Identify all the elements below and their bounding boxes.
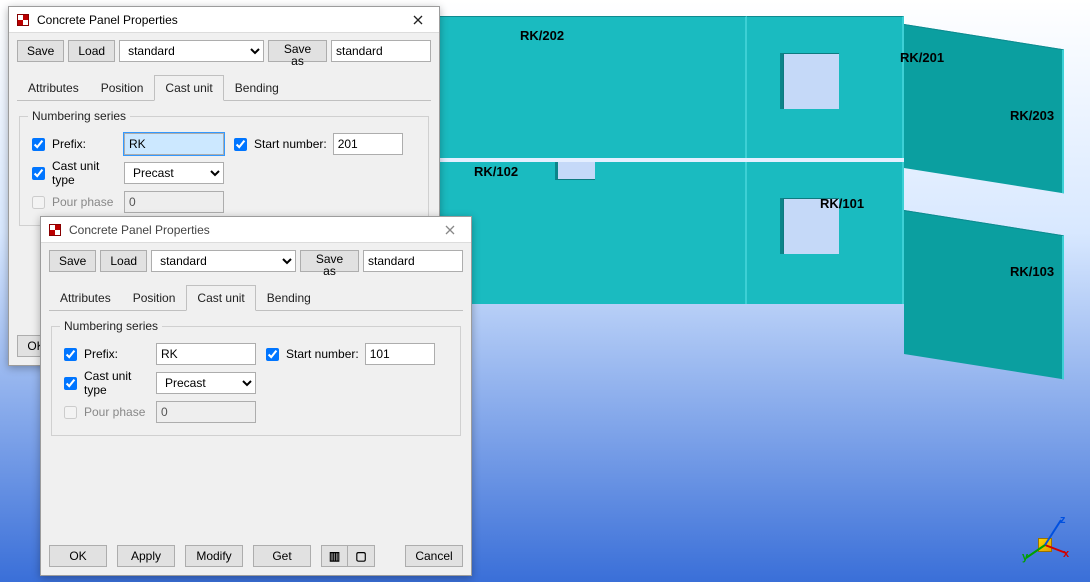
tab-bending[interactable]: Bending: [224, 75, 290, 101]
tab-position[interactable]: Position: [90, 75, 155, 101]
start-number-checkbox[interactable]: Start number:: [262, 345, 359, 364]
load-button[interactable]: Load: [100, 250, 147, 272]
panel-label: RK/201: [900, 50, 944, 65]
pour-phase-input: [156, 401, 256, 423]
app-icon: [15, 12, 31, 28]
preset-toolbar: Save Load standard Save as: [49, 250, 463, 272]
panel-label: RK/102: [474, 164, 518, 179]
save-as-button[interactable]: Save as: [300, 250, 359, 272]
panel-label: RK/203: [1010, 108, 1054, 123]
close-button[interactable]: [433, 220, 467, 240]
save-button[interactable]: Save: [17, 40, 64, 62]
axis-gizmo: x y z: [1016, 508, 1076, 568]
group-legend: Numbering series: [60, 319, 162, 333]
dialog-concrete-panel-2[interactable]: Concrete Panel Properties Save Load stan…: [40, 216, 472, 576]
pour-phase-input: [124, 191, 224, 213]
pour-phase-checkbox: Pour phase: [28, 193, 118, 212]
save-as-name-input[interactable]: [331, 40, 431, 62]
close-button[interactable]: [401, 10, 435, 30]
cancel-button[interactable]: Cancel: [405, 545, 463, 567]
tab-cast-unit[interactable]: Cast unit: [186, 285, 255, 311]
tab-bar: Attributes Position Cast unit Bending: [17, 74, 431, 101]
start-number-checkbox[interactable]: Start number:: [230, 135, 327, 154]
titlebar[interactable]: Concrete Panel Properties: [41, 217, 471, 243]
save-as-button[interactable]: Save as: [268, 40, 327, 62]
cast-unit-type-checkbox[interactable]: Cast unit type: [60, 369, 150, 397]
uncheck-all-icon[interactable]: ▢: [348, 546, 374, 566]
tab-bar: Attributes Position Cast unit Bending: [49, 284, 463, 311]
check-all-icon[interactable]: ▥: [322, 546, 348, 566]
notch: [555, 162, 595, 180]
cast-unit-type-select[interactable]: Precast: [156, 372, 256, 394]
get-button[interactable]: Get: [253, 545, 311, 567]
start-number-input[interactable]: [333, 133, 403, 155]
numbering-series-group: Numbering series Prefix: Start number: C…: [51, 319, 461, 436]
panel-rk201[interactable]: [747, 16, 904, 158]
prefix-input[interactable]: [156, 343, 256, 365]
modify-button[interactable]: Modify: [185, 545, 243, 567]
tab-bending[interactable]: Bending: [256, 285, 322, 311]
pour-phase-checkbox: Pour phase: [60, 403, 150, 422]
panel-rk202[interactable]: [440, 16, 747, 158]
cast-unit-type-checkbox[interactable]: Cast unit type: [28, 159, 118, 187]
group-legend: Numbering series: [28, 109, 130, 123]
ok-button[interactable]: OK: [49, 545, 107, 567]
checkbox-toggle-pair[interactable]: ▥ ▢: [321, 545, 375, 567]
tab-attributes[interactable]: Attributes: [49, 285, 122, 311]
dialog-title: Concrete Panel Properties: [37, 13, 401, 27]
numbering-series-group: Numbering series Prefix: Start number: C…: [19, 109, 429, 226]
panel-label: RK/101: [820, 196, 864, 211]
tab-cast-unit[interactable]: Cast unit: [154, 75, 223, 101]
app-icon: [47, 222, 63, 238]
preset-select[interactable]: standard: [119, 40, 264, 62]
tab-position[interactable]: Position: [122, 285, 187, 311]
window-cutout: [783, 53, 839, 109]
prefix-input[interactable]: [124, 133, 224, 155]
preset-select[interactable]: standard: [151, 250, 296, 272]
load-button[interactable]: Load: [68, 40, 115, 62]
tab-attributes[interactable]: Attributes: [17, 75, 90, 101]
panel-label: RK/202: [520, 28, 564, 43]
dialog-title: Concrete Panel Properties: [69, 223, 433, 237]
start-number-input[interactable]: [365, 343, 435, 365]
cast-unit-type-select[interactable]: Precast: [124, 162, 224, 184]
panel-rk102[interactable]: [440, 162, 747, 304]
dialog-button-bar: OK Apply Modify Get ▥ ▢ Cancel: [41, 537, 471, 575]
save-as-name-input[interactable]: [363, 250, 463, 272]
apply-button[interactable]: Apply: [117, 545, 175, 567]
panel-label: RK/103: [1010, 264, 1054, 279]
titlebar[interactable]: Concrete Panel Properties: [9, 7, 439, 33]
prefix-checkbox[interactable]: Prefix:: [28, 135, 118, 154]
panel-rk103[interactable]: [904, 210, 1064, 379]
save-button[interactable]: Save: [49, 250, 96, 272]
preset-toolbar: Save Load standard Save as: [17, 40, 431, 62]
prefix-checkbox[interactable]: Prefix:: [60, 345, 150, 364]
panel-rk101[interactable]: [747, 162, 904, 304]
